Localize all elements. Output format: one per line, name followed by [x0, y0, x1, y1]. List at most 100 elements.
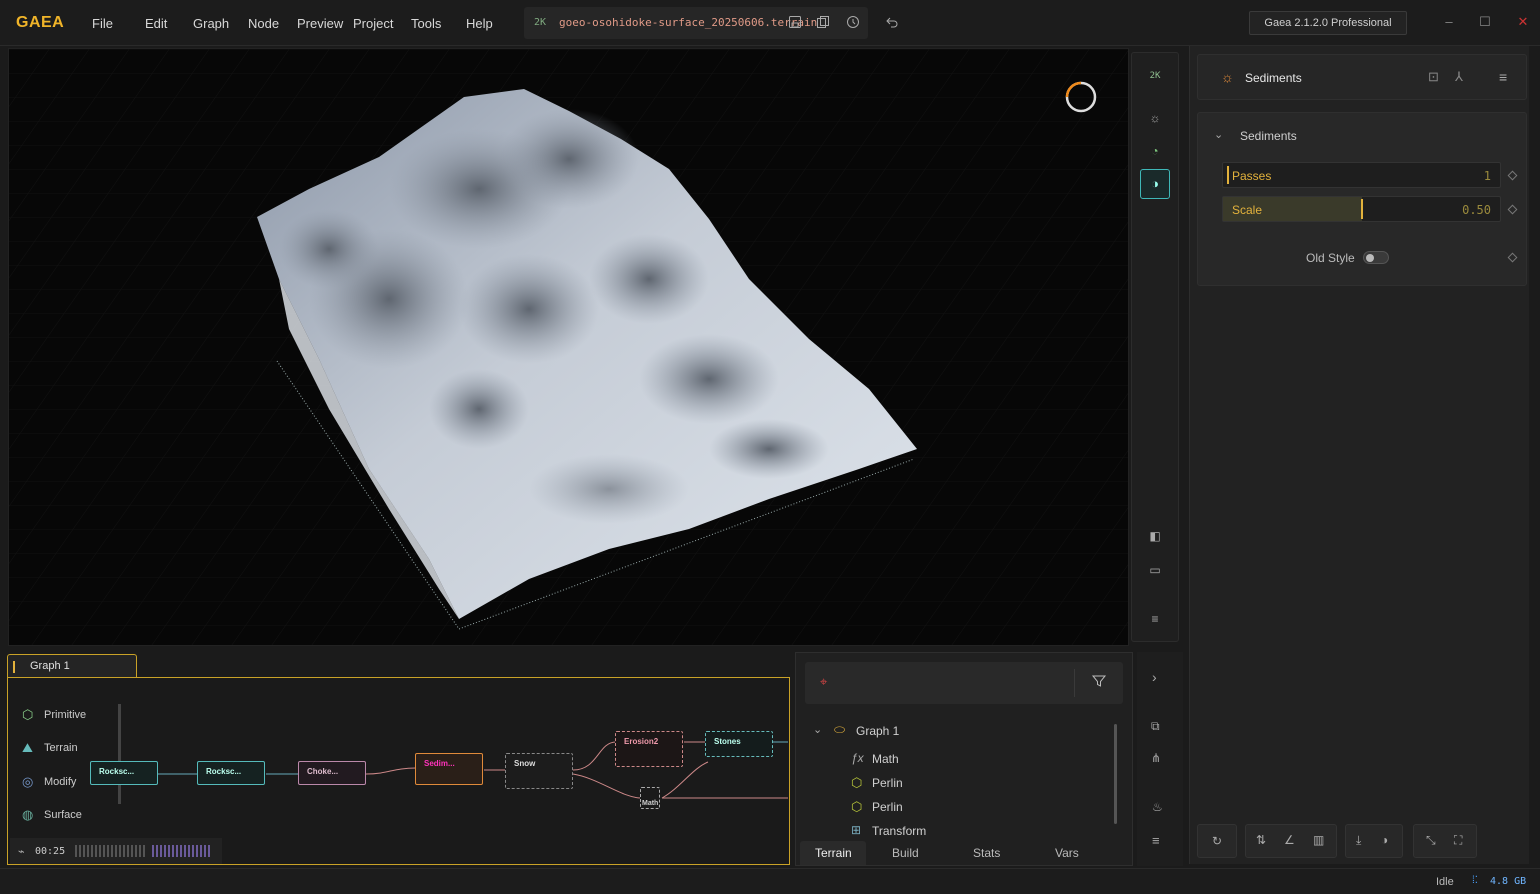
graph-tab[interactable] — [7, 654, 137, 678]
tree-item-perlin-1[interactable]: Perlin — [872, 776, 903, 790]
view-tools — [1413, 824, 1477, 858]
bookmark-icon[interactable]: ⧉ — [1151, 719, 1160, 734]
scale-slider[interactable]: Scale 0.50 — [1222, 196, 1501, 222]
props-menu-icon[interactable]: ≡ — [1499, 69, 1507, 85]
collapse-icon[interactable]: ⤡ — [1426, 833, 1436, 848]
scale-value[interactable]: 0.50 — [1462, 203, 1491, 217]
node-choke[interactable]: Choke... — [298, 761, 366, 785]
old-style-label: Old Style — [1306, 251, 1355, 265]
menu-edit[interactable]: Edit — [145, 16, 167, 31]
transform-icon: ⊞ — [851, 823, 862, 837]
tab-terrain[interactable]: Terrain — [815, 846, 852, 860]
fork-icon[interactable]: ⅄ — [1455, 69, 1463, 85]
memory-icon: ⁞⁚ — [1472, 875, 1478, 886]
node-rockscape-1[interactable]: Rocksc... — [90, 761, 158, 785]
nodes-icon[interactable]: ⋔ — [1151, 751, 1161, 765]
menu-help[interactable]: Help — [466, 16, 493, 31]
swap-icon[interactable]: ⇅ — [1256, 833, 1266, 847]
columns-icon[interactable]: ▥ — [1313, 833, 1324, 847]
palette-terrain[interactable]: ⛰ Terrain — [14, 733, 98, 763]
angle-icon[interactable]: ∠ — [1284, 833, 1295, 847]
preview-icon[interactable]: ⊡ — [1428, 69, 1439, 85]
palette-terrain-label: Terrain — [44, 742, 78, 754]
chevron-right-icon[interactable]: › — [1152, 669, 1157, 685]
palette-primitive-label: Primitive — [44, 709, 87, 721]
tab-vars[interactable]: Vars — [1055, 846, 1079, 860]
close-icon[interactable]: ✕ — [1515, 14, 1531, 30]
sun-icon[interactable]: ☼ — [1146, 109, 1164, 127]
terrain-viewport[interactable] — [8, 48, 1129, 646]
maximize-icon[interactable]: ☐ — [1477, 14, 1493, 30]
menu-project[interactable]: Project — [353, 16, 393, 31]
status-bar — [0, 868, 1540, 894]
split-view-icon[interactable]: ◧ — [1146, 527, 1164, 545]
tree-root[interactable]: Graph 1 — [856, 724, 899, 738]
node-snow[interactable]: Snow — [505, 753, 573, 789]
explorer-search[interactable] — [805, 662, 1123, 704]
palette-primitive[interactable]: ⬡ Primitive — [14, 700, 98, 730]
node-math[interactable]: Math — [640, 787, 660, 809]
tree-item-transform[interactable]: Transform — [872, 824, 926, 838]
download-icon[interactable]: ⤓ — [1356, 833, 1361, 848]
timeline-ticks — [75, 845, 145, 857]
tree-item-math[interactable]: Math — [872, 752, 899, 766]
node-rockscape-2[interactable]: Rocksc... — [197, 761, 265, 785]
viewport-toolbar — [1131, 52, 1179, 642]
explorer-scrollbar[interactable] — [1114, 724, 1117, 824]
layout-icon[interactable]: ▭ — [1146, 561, 1164, 579]
flame-icon[interactable]: ♨ — [1152, 800, 1163, 814]
modify-icon: ◎ — [22, 774, 34, 789]
passes-slider[interactable]: Passes 1 — [1222, 162, 1501, 188]
node-erosion2[interactable]: Erosion2 — [615, 731, 683, 767]
hexagon-icon: ⬡ — [851, 799, 863, 814]
tree-item-perlin-2[interactable]: Perlin — [872, 800, 903, 814]
tab-stats[interactable]: Stats — [973, 846, 1000, 860]
menu-file[interactable]: File — [92, 16, 113, 31]
fullscreen-icon[interactable]: ⛶ — [1454, 833, 1462, 848]
activity-icon: ⌁ — [18, 846, 25, 858]
palette-surface-label: Surface — [44, 809, 82, 821]
tree-expand-icon[interactable]: ⌄ — [813, 723, 822, 736]
graph-icon: ⬭ — [834, 722, 846, 737]
palette-modify[interactable]: ◎ Modify — [14, 767, 98, 797]
cube-icon: ⬡ — [22, 707, 34, 722]
node-sediments[interactable]: Sedim... — [415, 753, 483, 785]
undo-icon[interactable] — [884, 15, 900, 31]
minimize-icon[interactable]: – — [1441, 14, 1457, 30]
hexagon-icon: ⬡ — [851, 775, 863, 790]
viewport-menu-icon[interactable]: ≡ — [1146, 610, 1164, 628]
terrain-render — [9, 49, 1128, 645]
timeline-ticks-active — [152, 845, 210, 857]
save-icon[interactable] — [787, 15, 803, 31]
file-name[interactable]: goeo-osohidoke-surface_20250606.terrain — [559, 16, 817, 29]
copy-icon[interactable] — [815, 15, 831, 31]
build-time: 00:25 — [35, 846, 66, 857]
mask-tools — [1345, 824, 1403, 858]
passes-value[interactable]: 1 — [1484, 169, 1491, 183]
target-icon[interactable]: ⌖ — [820, 674, 827, 690]
history-icon[interactable] — [845, 15, 861, 31]
contrast-icon[interactable]: ◑ — [1381, 833, 1388, 847]
side-menu-icon[interactable]: ≡ — [1152, 833, 1160, 848]
collapse-chevron-icon[interactable]: ⌄ — [1214, 128, 1223, 141]
reset-icon[interactable]: ↻ — [1197, 824, 1237, 858]
node-stones[interactable]: Stones — [705, 731, 773, 757]
passes-label: Passes — [1232, 169, 1272, 183]
node-title: Sediments — [1245, 71, 1302, 85]
filter-icon[interactable] — [1091, 673, 1107, 692]
menu-preview[interactable]: Preview — [297, 16, 343, 31]
status-state: Idle — [1436, 876, 1454, 888]
gauge-icon[interactable]: ◔ — [1146, 142, 1164, 160]
menu-node[interactable]: Node — [248, 16, 279, 31]
menu-graph[interactable]: Graph — [193, 16, 229, 31]
palette-modify-label: Modify — [44, 776, 77, 788]
menu-tools[interactable]: Tools — [411, 16, 441, 31]
tab-build[interactable]: Build — [892, 846, 919, 860]
scale-label: Scale — [1232, 203, 1263, 217]
resolution-button[interactable]: 2K — [1146, 67, 1164, 85]
old-style-toggle[interactable] — [1363, 251, 1389, 264]
version-label: Gaea 2.1.2.0 Professional — [1249, 11, 1407, 35]
shading-mode-icon[interactable]: ◑ — [1140, 169, 1170, 199]
palette-surface[interactable]: ◍ Surface — [14, 800, 98, 830]
fx-icon: ƒx — [851, 751, 864, 765]
